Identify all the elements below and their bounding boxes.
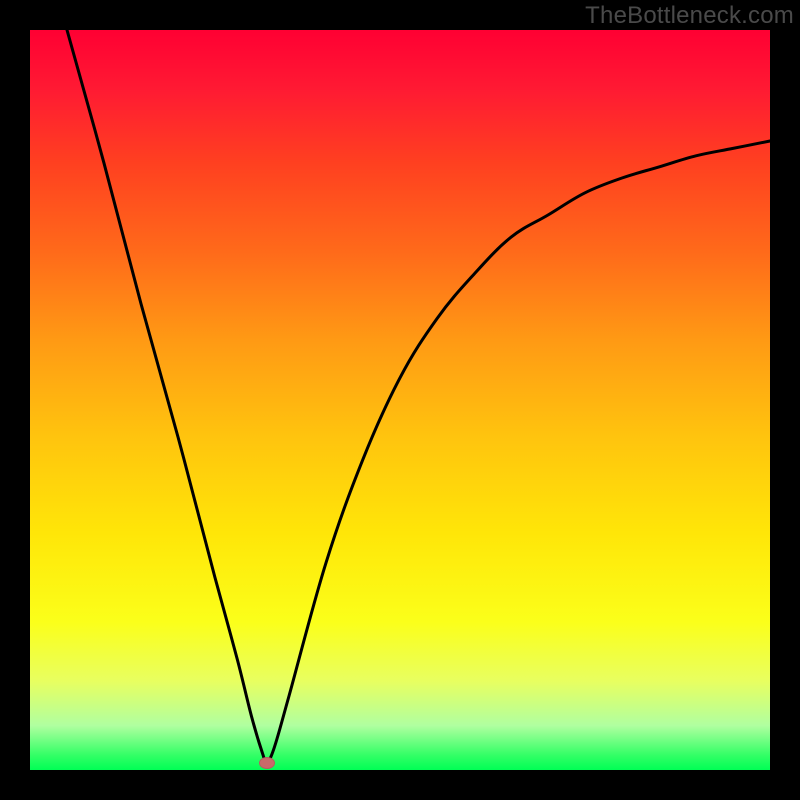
chart-frame: TheBottleneck.com [0,0,800,800]
optimal-point-marker [259,757,275,769]
plot-area [30,30,770,770]
watermark-text: TheBottleneck.com [585,2,794,30]
curve-svg [30,30,770,770]
bottleneck-curve [67,30,770,763]
